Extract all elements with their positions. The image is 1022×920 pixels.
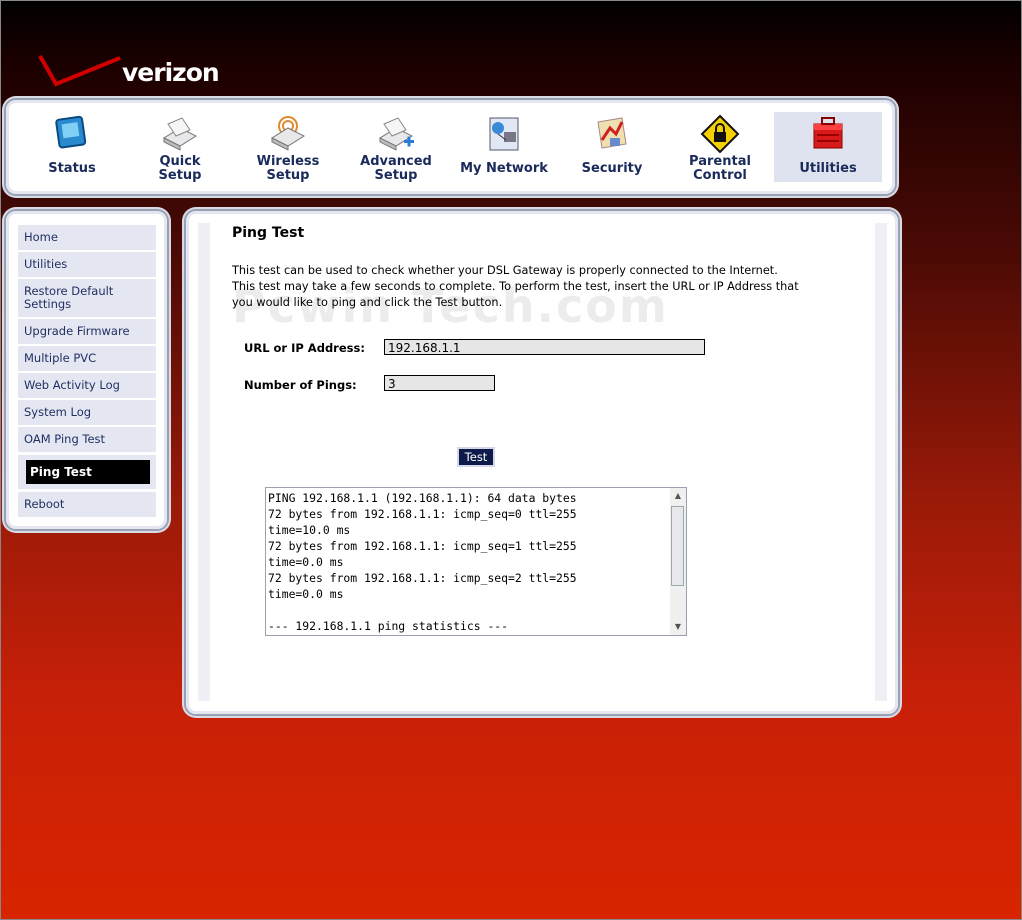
nav-item-label: Wireless Setup xyxy=(234,155,342,183)
content-left-border xyxy=(198,223,210,701)
sidebar-item-system-log[interactable]: System Log xyxy=(18,400,156,425)
test-button[interactable]: Test xyxy=(457,447,495,467)
url-label: URL or IP Address: xyxy=(244,341,365,355)
pings-input[interactable]: 3 xyxy=(384,375,495,391)
network-icon xyxy=(484,114,524,154)
content-right-border xyxy=(875,223,887,701)
scroll-thumb[interactable] xyxy=(671,506,684,586)
nav-label-line: Status xyxy=(48,161,96,176)
nav-item-wireless-setup[interactable]: Wireless Setup xyxy=(234,112,342,183)
output-scrollbar[interactable]: ▲ ▼ xyxy=(670,488,686,635)
nav-item-utilities[interactable]: Utilities xyxy=(774,112,882,182)
page-title: Ping Test xyxy=(232,225,305,241)
nav-item-advanced-setup[interactable]: Advanced Setup xyxy=(342,112,450,183)
sidebar: Home Utilities Restore Default Settings Upg… xyxy=(6,211,167,529)
nav-label-line: Parental xyxy=(689,154,751,169)
main-panel: Ping Test Pcwin Tech.com This test can b… xyxy=(186,211,898,714)
page-description: This test can be used to check whether y… xyxy=(232,264,799,309)
monitor-icon xyxy=(52,114,92,154)
nav-item-label: My Network xyxy=(450,162,558,176)
advanced-scanner-icon xyxy=(376,114,416,154)
nav-item-quick-setup[interactable]: Quick Setup xyxy=(126,112,234,183)
test-button-label: Test xyxy=(459,449,493,465)
sidebar-item-ping-test[interactable]: Ping Test xyxy=(26,460,150,484)
nav-label-line: Advanced xyxy=(360,154,432,169)
nav-item-label: Quick Setup xyxy=(126,155,234,183)
nav-item-status[interactable]: Status xyxy=(18,112,126,182)
nav-item-security[interactable]: Security xyxy=(558,112,666,182)
nav-item-label: Status xyxy=(18,162,126,176)
sidebar-item-web-activity-log[interactable]: Web Activity Log xyxy=(18,373,156,398)
logo-text: verizon xyxy=(122,58,220,87)
top-nav: Status Quick Setup Wireless Setup Advanced Set… xyxy=(6,100,895,194)
nav-label-line: Wireless xyxy=(256,154,320,169)
sidebar-item-reboot[interactable]: Reboot xyxy=(18,492,156,517)
sidebar-item-home[interactable]: Home xyxy=(18,225,156,250)
nav-item-parental-control[interactable]: Parental Control xyxy=(666,112,774,183)
padlock-warning-icon xyxy=(700,114,740,154)
sidebar-item-oam-ping-test[interactable]: OAM Ping Test xyxy=(18,427,156,452)
nav-item-label: Security xyxy=(558,162,666,176)
nav-label-line: Quick xyxy=(159,154,201,169)
sidebar-item-upgrade-firmware[interactable]: Upgrade Firmware xyxy=(18,319,156,344)
ping-output[interactable]: PING 192.168.1.1 (192.168.1.1): 64 data … xyxy=(265,487,687,636)
nav-item-label: Parental Control xyxy=(666,155,774,183)
sidebar-item-restore-default-settings[interactable]: Restore Default Settings xyxy=(18,279,156,317)
nav-item-my-network[interactable]: My Network xyxy=(450,112,558,182)
nav-label-line: Setup xyxy=(158,168,202,183)
security-icon xyxy=(592,114,632,154)
toolbox-icon xyxy=(808,114,848,154)
nav-label-line: My Network xyxy=(460,161,548,176)
verizon-check-icon xyxy=(38,55,121,87)
nav-label-line: Setup xyxy=(374,168,418,183)
verizon-logo: verizon xyxy=(36,50,220,92)
nav-label-line: Utilities xyxy=(799,161,857,176)
sidebar-item-multiple-pvc[interactable]: Multiple PVC xyxy=(18,346,156,371)
url-input[interactable]: 192.168.1.1 xyxy=(384,339,705,355)
nav-item-label: Advanced Setup xyxy=(342,155,450,183)
scroll-up-icon[interactable]: ▲ xyxy=(670,488,686,504)
sidebar-item-utilities[interactable]: Utilities xyxy=(18,252,156,277)
scanner-icon xyxy=(160,114,200,154)
scroll-down-icon[interactable]: ▼ xyxy=(670,619,686,635)
nav-item-label: Utilities xyxy=(774,162,882,176)
nav-label-line: Security xyxy=(581,161,643,176)
ping-output-text: PING 192.168.1.1 (192.168.1.1): 64 data … xyxy=(268,491,577,633)
wireless-scanner-icon xyxy=(268,114,308,154)
nav-label-line: Setup xyxy=(266,168,310,183)
pings-label: Number of Pings: xyxy=(244,378,357,392)
nav-label-line: Control xyxy=(693,168,747,183)
